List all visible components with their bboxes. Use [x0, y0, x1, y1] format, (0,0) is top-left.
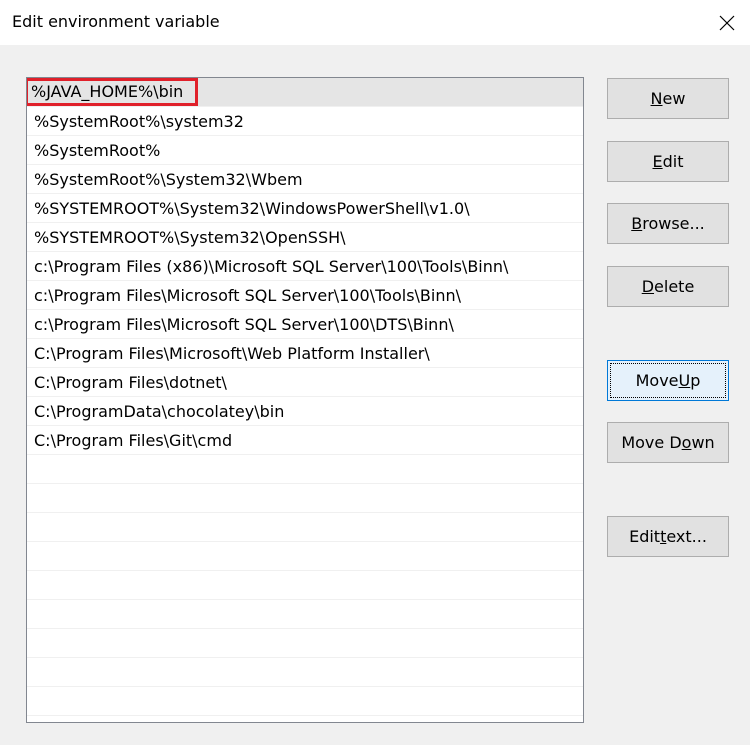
empty-row: [27, 600, 583, 629]
move-down-button[interactable]: Move Do wn: [607, 422, 729, 463]
path-entries-list[interactable]: %JAVA_HOME%\bin %SystemRoot%\system32 %S…: [26, 77, 584, 723]
empty-row: [27, 687, 583, 716]
empty-row: [27, 571, 583, 600]
title-bar: Edit environment variable: [0, 0, 750, 45]
empty-row: [27, 542, 583, 571]
new-button[interactable]: New: [607, 78, 729, 119]
list-item[interactable]: C:\Program Files\Git\cmd: [27, 426, 583, 455]
edit-text-button[interactable]: Edit t ext...: [607, 516, 729, 557]
list-item[interactable]: C:\ProgramData\chocolatey\bin: [27, 397, 583, 426]
move-up-button[interactable]: Move Up: [607, 360, 729, 401]
list-item[interactable]: c:\Program Files (x86)\Microsoft SQL Ser…: [27, 252, 583, 281]
list-item[interactable]: %SystemRoot%\system32: [27, 107, 583, 136]
empty-row: [27, 513, 583, 542]
browse-button[interactable]: Browse...: [607, 203, 729, 244]
list-item[interactable]: %SYSTEMROOT%\System32\OpenSSH\: [27, 223, 583, 252]
list-item[interactable]: %JAVA_HOME%\bin: [27, 78, 583, 107]
edit-button[interactable]: Edit: [607, 141, 729, 182]
highlight-box: %JAVA_HOME%\bin: [27, 78, 199, 106]
empty-row: [27, 484, 583, 513]
empty-row: [27, 658, 583, 687]
list-item[interactable]: %SYSTEMROOT%\System32\WindowsPowerShell\…: [27, 194, 583, 223]
close-button[interactable]: [704, 0, 750, 45]
list-item[interactable]: C:\Program Files\Microsoft\Web Platform …: [27, 339, 583, 368]
delete-button[interactable]: Delete: [607, 266, 729, 307]
list-item[interactable]: %SystemRoot%\System32\Wbem: [27, 165, 583, 194]
list-item[interactable]: c:\Program Files\Microsoft SQL Server\10…: [27, 281, 583, 310]
list-item[interactable]: %SystemRoot%: [27, 136, 583, 165]
dialog-title: Edit environment variable: [12, 12, 220, 31]
list-item[interactable]: C:\Program Files\dotnet\: [27, 368, 583, 397]
list-item[interactable]: c:\Program Files\Microsoft SQL Server\10…: [27, 310, 583, 339]
empty-row: [27, 455, 583, 484]
close-icon: [719, 15, 735, 30]
edit-env-variable-dialog: Edit environment variable %JAVA_HOME%\bi…: [0, 0, 750, 745]
empty-row: [27, 629, 583, 658]
